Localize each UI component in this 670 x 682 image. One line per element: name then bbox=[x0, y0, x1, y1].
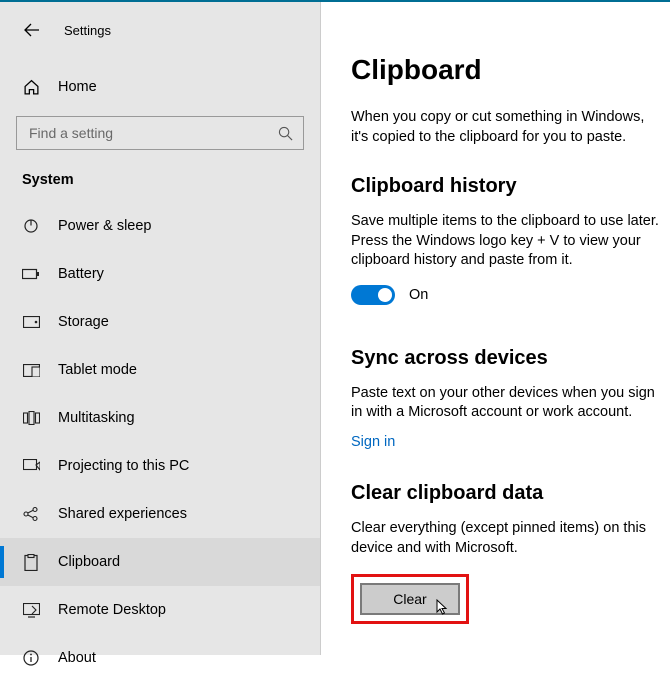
title-bar: Settings bbox=[0, 20, 320, 40]
clear-heading: Clear clipboard data bbox=[351, 482, 664, 505]
power-icon bbox=[22, 217, 40, 235]
sidebar-item-label: Shared experiences bbox=[58, 506, 187, 522]
sidebar-item-clipboard[interactable]: Clipboard bbox=[0, 538, 320, 586]
info-icon bbox=[22, 649, 40, 667]
sidebar-item-battery[interactable]: Battery bbox=[0, 250, 320, 298]
sidebar-item-storage[interactable]: Storage bbox=[0, 298, 320, 346]
sidebar-item-power-sleep[interactable]: Power & sleep bbox=[0, 202, 320, 250]
tablet-icon bbox=[22, 361, 40, 379]
sidebar-item-projecting[interactable]: Projecting to this PC bbox=[0, 442, 320, 490]
shared-icon bbox=[22, 505, 40, 523]
sidebar-item-label: Tablet mode bbox=[58, 362, 137, 378]
sidebar-item-label: Projecting to this PC bbox=[58, 458, 189, 474]
sync-text: Paste text on your other devices when yo… bbox=[351, 384, 664, 423]
search-container bbox=[0, 116, 320, 150]
battery-icon bbox=[22, 265, 40, 283]
sidebar-item-label: Power & sleep bbox=[58, 218, 152, 234]
sidebar-item-label: Remote Desktop bbox=[58, 602, 166, 618]
remote-desktop-icon bbox=[22, 601, 40, 619]
cursor-icon bbox=[436, 599, 450, 617]
clear-button-highlight: Clear bbox=[351, 574, 469, 624]
sidebar-item-label: Storage bbox=[58, 314, 109, 330]
toggle-state-label: On bbox=[409, 287, 428, 303]
search-icon bbox=[278, 126, 293, 141]
main-content: Clipboard When you copy or cut something… bbox=[321, 2, 670, 655]
sidebar-item-label: Battery bbox=[58, 266, 104, 282]
sidebar-item-tablet-mode[interactable]: Tablet mode bbox=[0, 346, 320, 394]
section-heading-system: System bbox=[0, 168, 320, 192]
clipboard-icon bbox=[22, 553, 40, 571]
clear-text: Clear everything (except pinned items) o… bbox=[351, 519, 664, 558]
clipboard-history-toggle-row: On bbox=[351, 285, 664, 305]
sidebar: Settings Home System Power & sleep Batte… bbox=[0, 2, 321, 655]
window-title: Settings bbox=[64, 23, 111, 38]
multitasking-icon bbox=[22, 409, 40, 427]
clear-button[interactable]: Clear bbox=[360, 583, 460, 615]
projecting-icon bbox=[22, 457, 40, 475]
arrow-left-icon bbox=[24, 22, 40, 38]
sign-in-link[interactable]: Sign in bbox=[351, 434, 395, 450]
intro-text: When you copy or cut something in Window… bbox=[351, 108, 664, 147]
home-icon bbox=[22, 78, 40, 96]
sidebar-item-shared-experiences[interactable]: Shared experiences bbox=[0, 490, 320, 538]
sidebar-item-remote-desktop[interactable]: Remote Desktop bbox=[0, 586, 320, 634]
nav-home-label: Home bbox=[58, 79, 97, 95]
sidebar-item-label: About bbox=[58, 650, 96, 666]
sidebar-item-multitasking[interactable]: Multitasking bbox=[0, 394, 320, 442]
clipboard-history-toggle[interactable] bbox=[351, 285, 395, 305]
clear-button-label: Clear bbox=[393, 591, 426, 607]
sidebar-item-label: Clipboard bbox=[58, 554, 120, 570]
search-box[interactable] bbox=[16, 116, 304, 150]
search-input[interactable] bbox=[27, 124, 278, 142]
clipboard-history-text: Save multiple items to the clipboard to … bbox=[351, 212, 664, 271]
clipboard-history-heading: Clipboard history bbox=[351, 175, 664, 198]
back-button[interactable] bbox=[22, 20, 42, 40]
sidebar-item-about[interactable]: About bbox=[0, 634, 320, 682]
sidebar-item-label: Multitasking bbox=[58, 410, 135, 426]
page-title: Clipboard bbox=[351, 54, 664, 86]
storage-icon bbox=[22, 313, 40, 331]
sync-heading: Sync across devices bbox=[351, 347, 664, 370]
nav-home[interactable]: Home bbox=[0, 68, 320, 106]
